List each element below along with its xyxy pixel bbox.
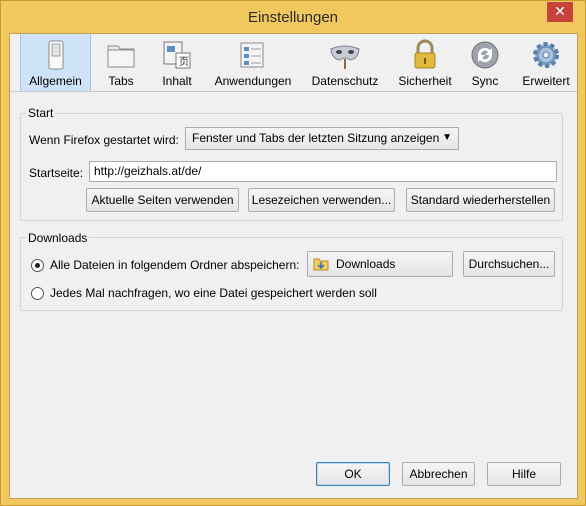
applications-list-icon <box>240 42 264 68</box>
pane-security[interactable]: Sicherheit <box>391 34 459 91</box>
ask-each-time-label: Jedes Mal nachfragen, wo eine Datei gesp… <box>50 286 377 300</box>
pane-content[interactable]: 页 Inhalt <box>153 34 201 91</box>
download-folder-field[interactable]: Downloads <box>307 251 453 277</box>
cancel-button[interactable]: Abbrechen <box>402 462 475 486</box>
close-button[interactable]: ✕ <box>547 2 573 22</box>
sync-arrows-icon <box>471 41 499 69</box>
save-to-folder-radio[interactable] <box>31 259 44 272</box>
advanced-gear-icon <box>533 42 559 68</box>
folder-download-icon <box>313 258 329 271</box>
pane-applications-label: Anwendungen <box>214 74 292 88</box>
save-to-folder-label: Alle Dateien in folgendem Ordner abspeic… <box>50 258 300 272</box>
pane-sync[interactable]: Sync <box>463 34 507 91</box>
startup-behavior-label: Wenn Firefox gestartet wird: <box>29 133 179 147</box>
pane-general[interactable]: Allgemein <box>20 34 91 91</box>
pane-security-label: Sicherheit <box>398 74 452 88</box>
dialog-client-area: Allgemein Tabs 页 Inhalt Anwendungen Date… <box>9 33 578 499</box>
pane-advanced-label: Erweitert <box>522 74 570 88</box>
chevron-down-icon: ▼ <box>442 132 452 143</box>
title-bar[interactable]: Einstellungen ✕ <box>1 1 585 33</box>
pane-content-label: Inhalt <box>162 74 192 88</box>
tabs-folder-icon <box>107 45 135 68</box>
pane-applications[interactable]: Anwendungen <box>210 34 296 91</box>
window-title: Einstellungen <box>247 9 339 26</box>
downloads-group-caption: Downloads <box>26 231 90 245</box>
use-bookmark-button[interactable]: Lesezeichen verwenden... <box>248 188 395 212</box>
help-button[interactable]: Hilfe <box>487 462 561 486</box>
pane-privacy-label: Datenschutz <box>311 74 379 88</box>
browse-button[interactable]: Durchsuchen... <box>463 251 555 277</box>
pane-toolbar: Allgemein Tabs 页 Inhalt Anwendungen Date… <box>10 34 577 92</box>
homepage-label: Startseite: <box>29 166 84 180</box>
ok-button[interactable]: OK <box>316 462 390 486</box>
svg-text:页: 页 <box>179 56 189 68</box>
download-folder-value: Downloads <box>336 257 396 271</box>
security-padlock-icon <box>414 39 436 69</box>
pane-tabs[interactable]: Tabs <box>98 34 144 91</box>
restore-default-button[interactable]: Standard wiederherstellen <box>406 188 555 212</box>
pane-tabs-label: Tabs <box>108 74 134 88</box>
startup-behavior-value: Fenster und Tabs der letzten Sitzung anz… <box>192 131 440 145</box>
preferences-window: Einstellungen ✕ Allgemein Tabs 页 Inhalt … <box>0 0 586 506</box>
startup-behavior-select[interactable]: Fenster und Tabs der letzten Sitzung anz… <box>185 127 459 150</box>
content-document-icon: 页 <box>163 41 191 69</box>
privacy-mask-icon <box>330 45 360 69</box>
pane-sync-label: Sync <box>471 74 499 88</box>
pane-advanced[interactable]: Erweitert <box>517 34 575 91</box>
general-switch-icon <box>48 40 63 70</box>
pane-privacy[interactable]: Datenschutz <box>306 34 384 91</box>
ask-each-time-radio[interactable] <box>31 287 44 300</box>
start-group-caption: Start <box>26 106 56 120</box>
homepage-input[interactable]: http://geizhals.at/de/ <box>89 161 557 182</box>
use-current-pages-button[interactable]: Aktuelle Seiten verwenden <box>86 188 239 212</box>
pane-general-label: Allgemein <box>29 74 82 88</box>
